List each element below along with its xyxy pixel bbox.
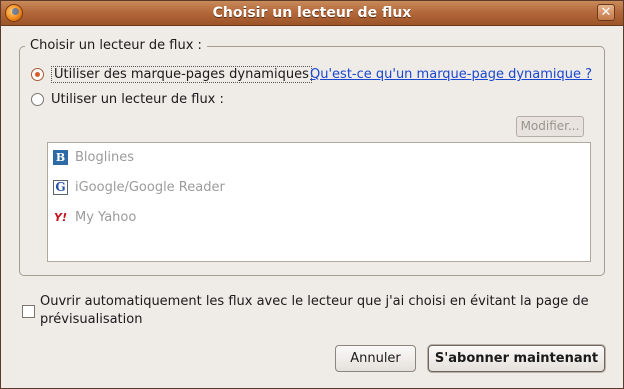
list-item-bloglines[interactable]: B Bloglines — [53, 146, 134, 168]
title-bar[interactable]: Choisir un lecteur de flux ✕ — [1, 1, 623, 26]
reader-name: Bloglines — [75, 149, 134, 165]
dialog-window: Choisir un lecteur de flux ✕ Choisir un … — [0, 0, 624, 389]
option-dynamic-bookmarks-label: Utiliser des marque-pages dynamiques — [51, 65, 312, 83]
reader-list[interactable]: B Bloglines G iGoogle/Google Reader Y! M… — [47, 142, 591, 262]
yahoo-icon: Y! — [54, 210, 67, 224]
window-title: Choisir un lecteur de flux — [212, 5, 412, 21]
radio-dynamic-bookmarks[interactable] — [31, 67, 44, 81]
reader-name: iGoogle/Google Reader — [75, 179, 225, 195]
list-item-google-reader[interactable]: G iGoogle/Google Reader — [53, 176, 225, 198]
bloglines-icon: B — [53, 149, 68, 165]
auto-open-label[interactable]: Ouvrir automatiquement les flux avec le … — [40, 293, 600, 329]
subscribe-button[interactable]: S'abonner maintenant — [428, 345, 605, 372]
dynamic-bookmark-help-link[interactable]: Qu'est-ce qu'un marque-page dynamique ? — [310, 67, 592, 82]
list-item-my-yahoo[interactable]: Y! My Yahoo — [53, 206, 136, 228]
radio-feed-reader[interactable] — [31, 92, 44, 106]
group-legend: Choisir un lecteur de flux : — [25, 38, 207, 53]
auto-open-checkbox[interactable] — [22, 305, 35, 318]
option-dynamic-bookmarks[interactable]: Utiliser des marque-pages dynamiques — [31, 64, 312, 84]
reader-name: My Yahoo — [75, 209, 137, 225]
google-icon: G — [53, 179, 68, 195]
option-feed-reader[interactable]: Utiliser un lecteur de flux : — [31, 89, 224, 109]
modify-button[interactable]: Modifier... — [516, 116, 584, 137]
close-button[interactable]: ✕ — [597, 4, 615, 21]
cancel-button[interactable]: Annuler — [335, 345, 416, 372]
option-feed-reader-label: Utiliser un lecteur de flux : — [51, 91, 224, 107]
